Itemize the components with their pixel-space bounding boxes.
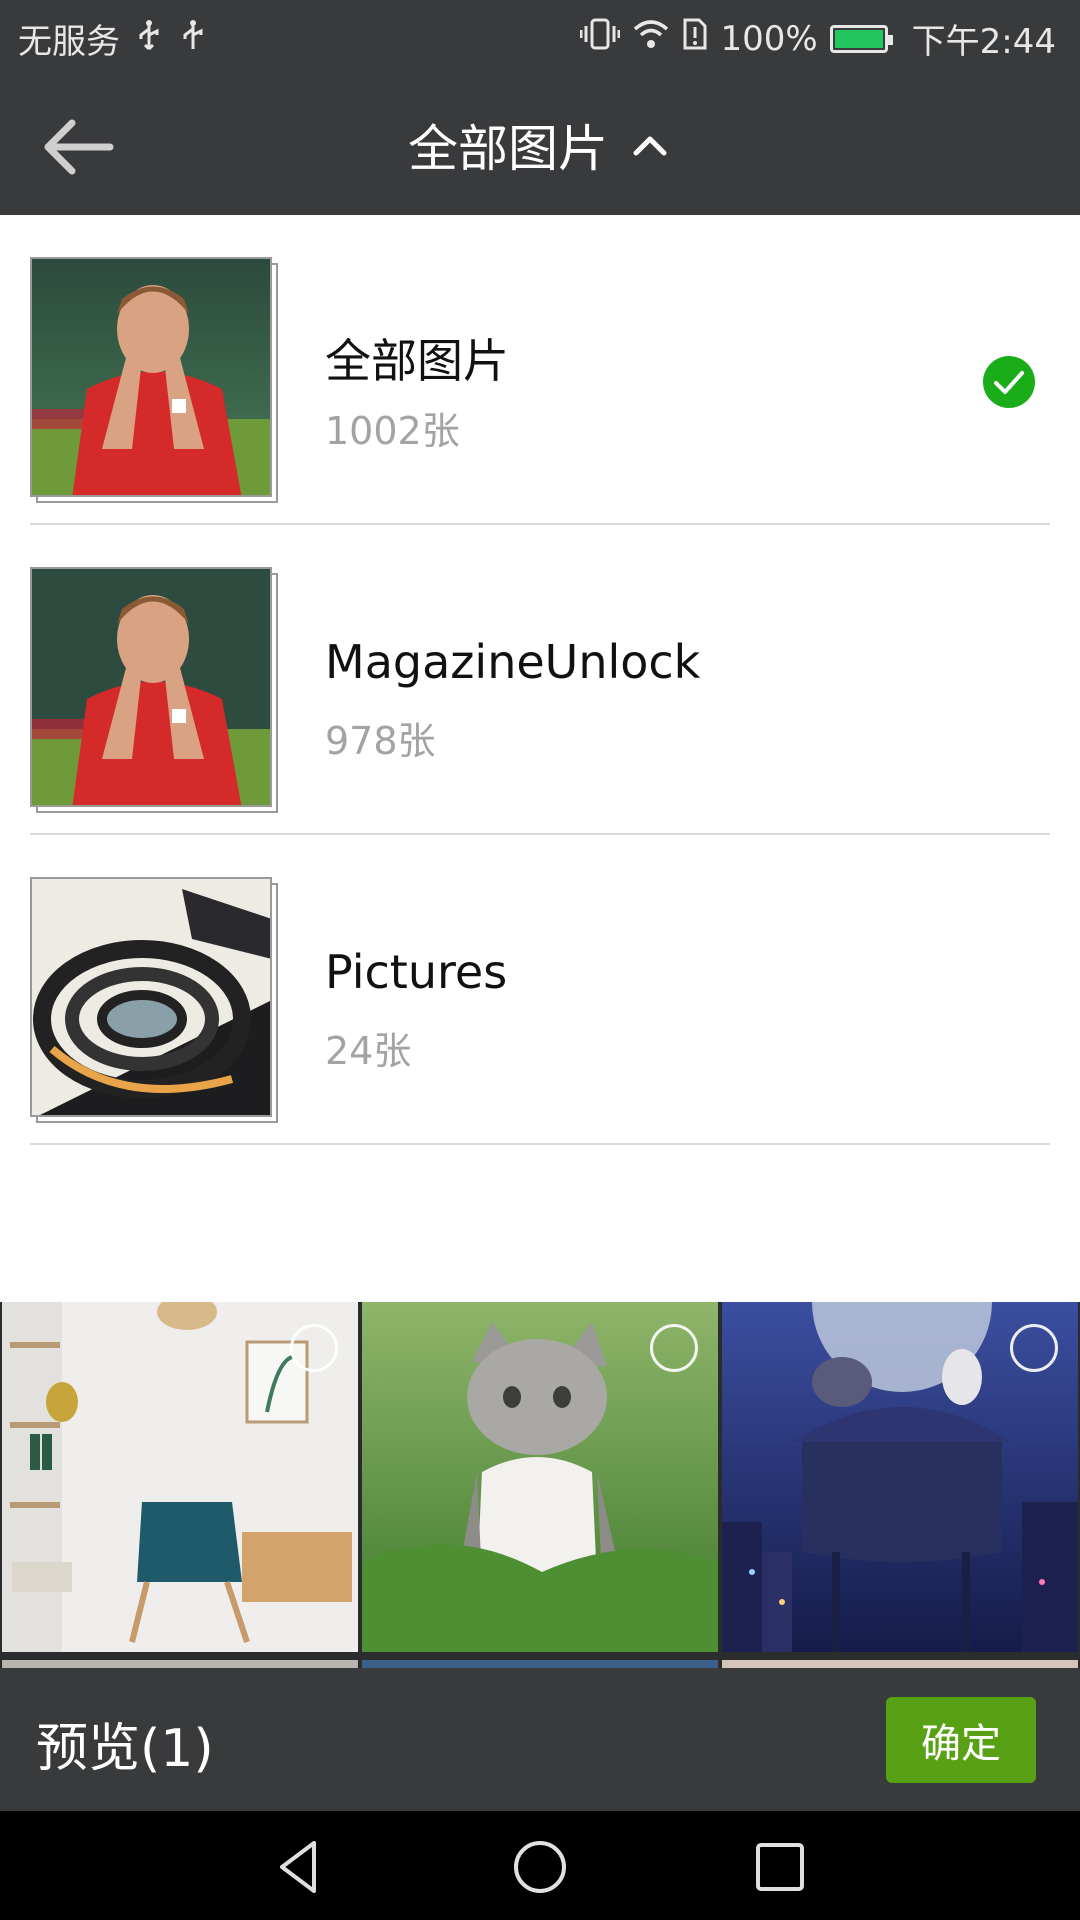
status-left: 无服务 bbox=[18, 14, 208, 63]
album-switcher[interactable]: 全部图片 bbox=[0, 75, 1080, 215]
album-thumbnail bbox=[30, 257, 280, 503]
album-count: 978张 bbox=[325, 719, 436, 763]
battery-percent: 100% bbox=[720, 18, 818, 59]
page-title: 全部图片 bbox=[408, 120, 608, 178]
album-thumbnail bbox=[30, 877, 280, 1123]
nav-recents-icon[interactable] bbox=[748, 1835, 812, 1899]
album-count: 24张 bbox=[325, 1029, 412, 1073]
photo-thumbnail[interactable] bbox=[722, 1302, 1078, 1652]
title-bar: 全部图片 bbox=[0, 75, 1080, 215]
photo-thumbnail-partial[interactable] bbox=[362, 1660, 718, 1668]
check-circle-icon bbox=[983, 356, 1035, 408]
photo-grid bbox=[0, 1302, 1080, 1668]
select-circle-icon[interactable] bbox=[1010, 1324, 1058, 1372]
vibrate-icon bbox=[579, 17, 621, 60]
nav-home-icon[interactable] bbox=[508, 1835, 572, 1899]
album-list: 全部图片 1002张 MagazineUnlock 978张 Pictures … bbox=[0, 215, 1080, 1302]
album-row-all-photos[interactable]: 全部图片 1002张 bbox=[30, 215, 1050, 525]
select-circle-icon[interactable] bbox=[650, 1324, 698, 1372]
status-bar: 无服务 100% 下午2:44 bbox=[0, 0, 1080, 75]
photo-thumbnail-partial[interactable] bbox=[2, 1660, 358, 1668]
nav-back-icon[interactable] bbox=[268, 1835, 332, 1899]
system-nav-bar bbox=[0, 1811, 1080, 1920]
clock-text: 下午2:44 bbox=[911, 22, 1056, 62]
photo-thumbnail-partial[interactable] bbox=[722, 1660, 1078, 1668]
photo-thumbnail[interactable] bbox=[2, 1302, 358, 1652]
album-name: MagazineUnlock bbox=[325, 635, 701, 689]
album-row-pictures[interactable]: Pictures 24张 bbox=[30, 835, 1050, 1145]
album-name: 全部图片 bbox=[325, 334, 509, 388]
photo-thumbnail[interactable] bbox=[362, 1302, 718, 1652]
carrier-text: 无服务 bbox=[18, 22, 120, 62]
album-row-magazineunlock[interactable]: MagazineUnlock 978张 bbox=[30, 525, 1050, 835]
confirm-button[interactable]: 确定 bbox=[886, 1697, 1036, 1783]
usb-debug-icon bbox=[178, 19, 208, 59]
wifi-icon bbox=[632, 17, 670, 60]
usb-icon bbox=[134, 19, 164, 59]
album-thumbnail bbox=[30, 567, 280, 813]
status-right: 100% 下午2:44 bbox=[579, 14, 1056, 63]
chevron-up-icon bbox=[633, 136, 667, 156]
album-name: Pictures bbox=[325, 945, 508, 999]
album-count: 1002张 bbox=[325, 409, 460, 453]
bottom-action-bar: 预览(1) 确定 bbox=[0, 1668, 1080, 1811]
battery-icon bbox=[829, 24, 893, 53]
preview-button[interactable]: 预览(1) bbox=[36, 1706, 214, 1781]
select-circle-icon[interactable] bbox=[290, 1324, 338, 1372]
sim-alert-icon bbox=[682, 17, 708, 60]
